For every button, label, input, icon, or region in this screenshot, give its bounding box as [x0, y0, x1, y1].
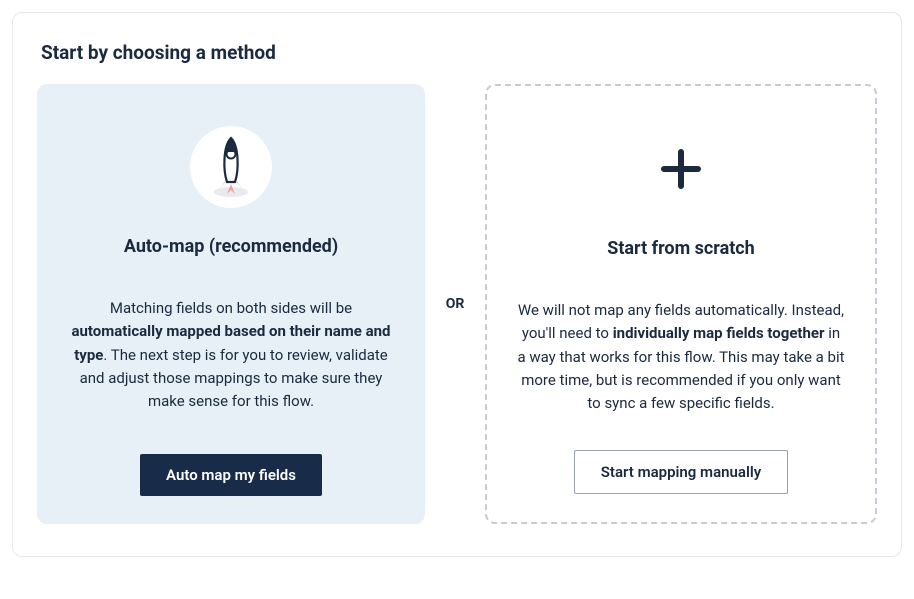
scratch-desc-bold: individually map fields together: [613, 324, 825, 342]
rocket-icon-wrap: [190, 112, 272, 222]
scratch-card[interactable]: Start from scratch We will not map any f…: [485, 84, 877, 524]
or-divider: OR: [425, 296, 485, 312]
auto-map-button[interactable]: Auto map my fields: [140, 454, 322, 496]
auto-map-desc-post: . The next step is for you to review, va…: [80, 346, 388, 411]
scratch-title: Start from scratch: [607, 238, 755, 259]
scratch-description: We will not map any fields automatically…: [517, 299, 845, 415]
auto-map-desc-pre: Matching fields on both sides will be: [110, 299, 352, 317]
cards-row: Auto-map (recommended) Matching fields o…: [37, 84, 877, 524]
auto-map-card[interactable]: Auto-map (recommended) Matching fields o…: [37, 84, 425, 524]
plus-icon-wrap: [660, 114, 702, 224]
rocket-icon: [190, 126, 272, 208]
auto-map-title: Auto-map (recommended): [124, 236, 338, 257]
panel-heading: Start by choosing a method: [37, 41, 877, 64]
plus-icon: [660, 148, 702, 190]
auto-map-description: Matching fields on both sides will be au…: [67, 297, 395, 413]
method-chooser-panel: Start by choosing a method Auto-map (re: [12, 12, 902, 557]
manual-map-button[interactable]: Start mapping manually: [574, 450, 788, 494]
